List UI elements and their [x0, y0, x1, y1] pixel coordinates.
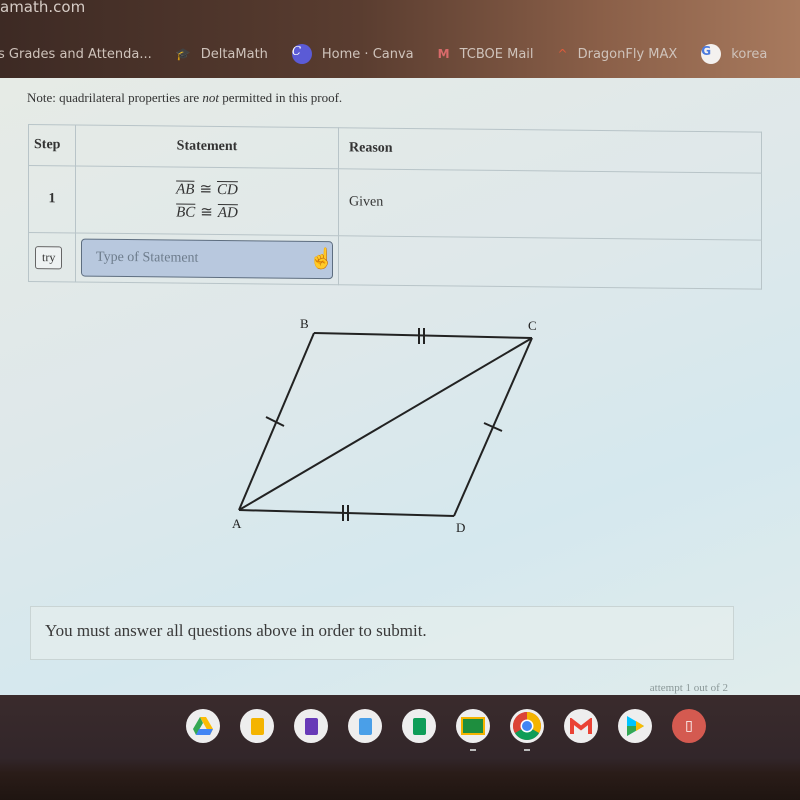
- tick-cd: [483, 422, 503, 432]
- google-sheets-app[interactable]: [402, 709, 436, 743]
- proof-table: Step Statement Reason 1 AB ≅ CD BC ≅ AD Give…: [28, 124, 762, 290]
- gmail-icon: M: [437, 47, 450, 61]
- congruent-symbol: ≅: [200, 204, 213, 221]
- proof-note: Note: quadrilateral properties are not p…: [27, 90, 342, 106]
- address-bar[interactable]: amath.com: [0, 0, 85, 20]
- bookmark-grades[interactable]: s Grades and Attenda...: [0, 47, 152, 62]
- step-number: 1: [28, 165, 76, 233]
- statement-line: BC ≅ AD: [77, 202, 337, 224]
- canvas-icon: C: [291, 44, 312, 64]
- google-forms-icon: [304, 717, 318, 735]
- graduation-cap-icon: 🎓: [175, 47, 191, 61]
- bookmark-korea[interactable]: G korea: [701, 44, 767, 64]
- bookmark-dragonfly[interactable]: ^ DragonFly MAX: [558, 47, 678, 62]
- table-row: 1 AB ≅ CD BC ≅ AD Given: [28, 165, 762, 241]
- play-store-app[interactable]: [618, 709, 652, 743]
- google-classroom-icon: [461, 717, 485, 735]
- bookmark-label: TCBOE Mail: [459, 46, 534, 62]
- bookmark-tcboe-mail[interactable]: M TCBOE Mail: [438, 47, 534, 62]
- bookmark-label: Home · Canva: [321, 46, 414, 62]
- note-emphasis: not: [202, 90, 220, 105]
- dropdown-placeholder: Type of Statement: [96, 249, 199, 266]
- google-sheets-icon: [412, 717, 426, 735]
- attempt-counter: attempt 1 out of 2: [649, 682, 728, 694]
- congruent-symbol: ≅: [199, 181, 213, 198]
- vertex-label-c: C: [528, 318, 537, 333]
- bookmark-canvas[interactable]: C Home · Canva: [291, 44, 414, 64]
- segment: CD: [217, 181, 238, 199]
- segment: AD: [217, 204, 238, 222]
- os-shelf: ▯: [0, 695, 800, 800]
- google-forms-app[interactable]: [294, 709, 328, 743]
- dragonfly-icon: ^: [557, 47, 568, 61]
- bookmark-label: s Grades and Attenda...: [0, 46, 152, 62]
- google-drive-icon: [193, 717, 213, 735]
- problem-page: Note: quadrilateral properties are not p…: [0, 78, 800, 698]
- app-dock: ▯: [186, 709, 706, 751]
- bookmark-label: korea: [731, 46, 768, 62]
- reason-cell: Given: [338, 168, 762, 241]
- bookmark-label: DeltaMath: [200, 46, 268, 62]
- statement-type-dropdown[interactable]: Type of Statement ☝: [81, 238, 334, 280]
- running-indicator: [470, 749, 476, 751]
- running-indicator: [524, 749, 530, 751]
- segment: BC: [176, 204, 196, 221]
- gmail-app[interactable]: [564, 709, 598, 743]
- unknown-app[interactable]: ▯: [672, 709, 706, 743]
- play-store-icon: [627, 716, 644, 736]
- segment: AB: [176, 181, 195, 198]
- google-drive-app[interactable]: [186, 709, 220, 743]
- note-text: Note: quadrilateral properties are: [27, 90, 203, 105]
- google-slides-icon: [250, 717, 264, 735]
- reason-input-cell: [338, 235, 762, 290]
- gmail-app-icon: [570, 718, 592, 734]
- statement-line: AB ≅ CD: [77, 179, 337, 201]
- note-text-end: permitted in this proof.: [219, 90, 343, 105]
- chrome-app[interactable]: [510, 709, 544, 751]
- bookmark-deltamath[interactable]: 🎓 DeltaMath: [176, 47, 268, 62]
- submit-message-box: You must answer all questions above in o…: [30, 606, 734, 660]
- browser-chrome: amath.com s Grades and Attenda... 🎓 Delt…: [0, 0, 800, 78]
- bookmarks-bar: s Grades and Attenda... 🎓 DeltaMath C Ho…: [0, 42, 800, 66]
- statement-cell: AB ≅ CD BC ≅ AD: [75, 165, 339, 236]
- header-step: Step: [28, 124, 76, 166]
- google-classroom-app[interactable]: [456, 709, 490, 751]
- vertex-label-a: A: [232, 516, 242, 531]
- segment-da: [238, 509, 455, 517]
- google-slides-app[interactable]: [240, 709, 274, 743]
- header-reason: Reason: [338, 127, 762, 174]
- quadrilateral-figure: B C A D: [232, 316, 537, 535]
- google-docs-app[interactable]: [348, 709, 382, 743]
- url-domain: amath.com: [0, 0, 86, 16]
- bookmark-label: DragonFly MAX: [577, 46, 678, 62]
- google-docs-icon: [358, 717, 372, 735]
- vertex-label-d: D: [456, 520, 465, 535]
- header-statement: Statement: [75, 124, 339, 169]
- hand-cursor-icon: ☝: [309, 247, 334, 271]
- input-row: try Type of Statement ☝: [28, 232, 762, 290]
- try-cell: try: [28, 232, 76, 282]
- vertex-label-b: B: [300, 316, 309, 331]
- chrome-icon: [513, 712, 541, 740]
- google-icon: G: [701, 44, 722, 64]
- statement-type-cell: Type of Statement ☝: [75, 232, 339, 285]
- app-icon: ▯: [685, 718, 693, 734]
- try-button[interactable]: try: [35, 245, 63, 269]
- submit-message: You must answer all questions above in o…: [45, 621, 427, 640]
